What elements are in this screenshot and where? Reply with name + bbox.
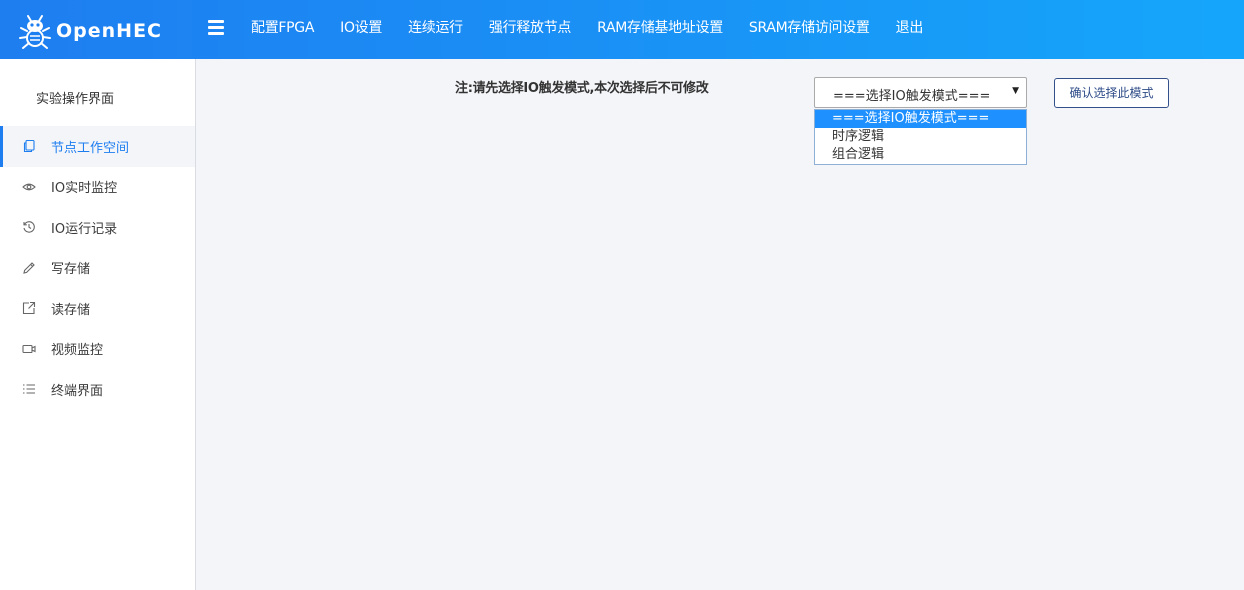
nav-sram-access-settings[interactable]: SRAM存储访问设置	[736, 0, 883, 59]
sidebar-item-write-storage[interactable]: 写存储	[0, 248, 195, 289]
io-mode-option-sequential[interactable]: 时序逻辑	[815, 128, 1026, 146]
sidebar-item-terminal[interactable]: 终端界面	[0, 369, 195, 410]
io-mode-select[interactable]: ===选择IO触发模式=== ▼	[814, 77, 1027, 108]
nav-force-release-node[interactable]: 强行释放节点	[476, 0, 584, 59]
top-nav: 配置FPGA IO设置 连续运行 强行释放节点 RAM存储基地址设置 SRAM存…	[238, 0, 936, 59]
sidebar-item-io-monitor[interactable]: IO实时监控	[0, 167, 195, 208]
sidebar-item-label: 节点工作空间	[51, 140, 130, 156]
sidebar-item-label: 终端界面	[51, 383, 104, 399]
sidebar: 实验操作界面 节点工作空间 IO实时监控 IO运行记录 写存储 读存储 视频监控…	[0, 59, 196, 590]
sidebar-item-label: 读存储	[51, 302, 91, 318]
sidebar-item-label: IO运行记录	[51, 221, 118, 237]
eye-icon	[22, 180, 36, 194]
video-icon	[22, 342, 36, 356]
nav-configure-fpga[interactable]: 配置FPGA	[238, 0, 327, 59]
list-icon	[22, 382, 36, 396]
sidebar-item-label: 视频监控	[51, 343, 104, 359]
sidebar-menu: 节点工作空间 IO实时监控 IO运行记录 写存储 读存储 视频监控 终端界面	[0, 126, 195, 410]
menu-toggle-icon[interactable]	[208, 20, 224, 36]
sidebar-header: 实验操作界面	[36, 92, 115, 107]
ant-logo-icon	[19, 15, 51, 49]
sidebar-item-read-storage[interactable]: 读存储	[0, 288, 195, 329]
confirm-mode-button[interactable]: 确认选择此模式	[1054, 78, 1169, 108]
logo-text: OpenHEC	[56, 20, 162, 42]
sidebar-item-label: 写存储	[51, 262, 91, 278]
nav-io-settings[interactable]: IO设置	[327, 0, 395, 59]
io-mode-dropdown: ===选择IO触发模式=== 时序逻辑 组合逻辑	[814, 109, 1027, 165]
nav-logout[interactable]: 退出	[883, 0, 936, 59]
sidebar-item-video-monitor[interactable]: 视频监控	[0, 329, 195, 370]
sidebar-item-io-log[interactable]: IO运行记录	[0, 207, 195, 248]
nav-ram-base-address[interactable]: RAM存储基地址设置	[584, 0, 736, 59]
io-mode-option-combinational[interactable]: 组合逻辑	[815, 146, 1026, 164]
copy-icon	[22, 139, 36, 153]
io-mode-select-value: ===选择IO触发模式===	[833, 89, 991, 104]
dropdown-arrow-icon: ▼	[1012, 86, 1019, 96]
top-bar: OpenHEC 配置FPGA IO设置 连续运行 强行释放节点 RAM存储基地址…	[0, 0, 1244, 59]
io-mode-option-placeholder[interactable]: ===选择IO触发模式===	[815, 110, 1026, 128]
io-mode-notice: 注:请先选择IO触发模式,本次选择后不可修改	[455, 81, 709, 96]
pencil-icon	[22, 261, 36, 275]
sidebar-item-label: IO实时监控	[51, 181, 118, 197]
share-icon	[22, 301, 36, 315]
sidebar-item-node-workspace[interactable]: 节点工作空间	[0, 126, 195, 167]
logo[interactable]: OpenHEC	[18, 12, 162, 50]
history-icon	[22, 220, 36, 234]
nav-continuous-run[interactable]: 连续运行	[395, 0, 476, 59]
